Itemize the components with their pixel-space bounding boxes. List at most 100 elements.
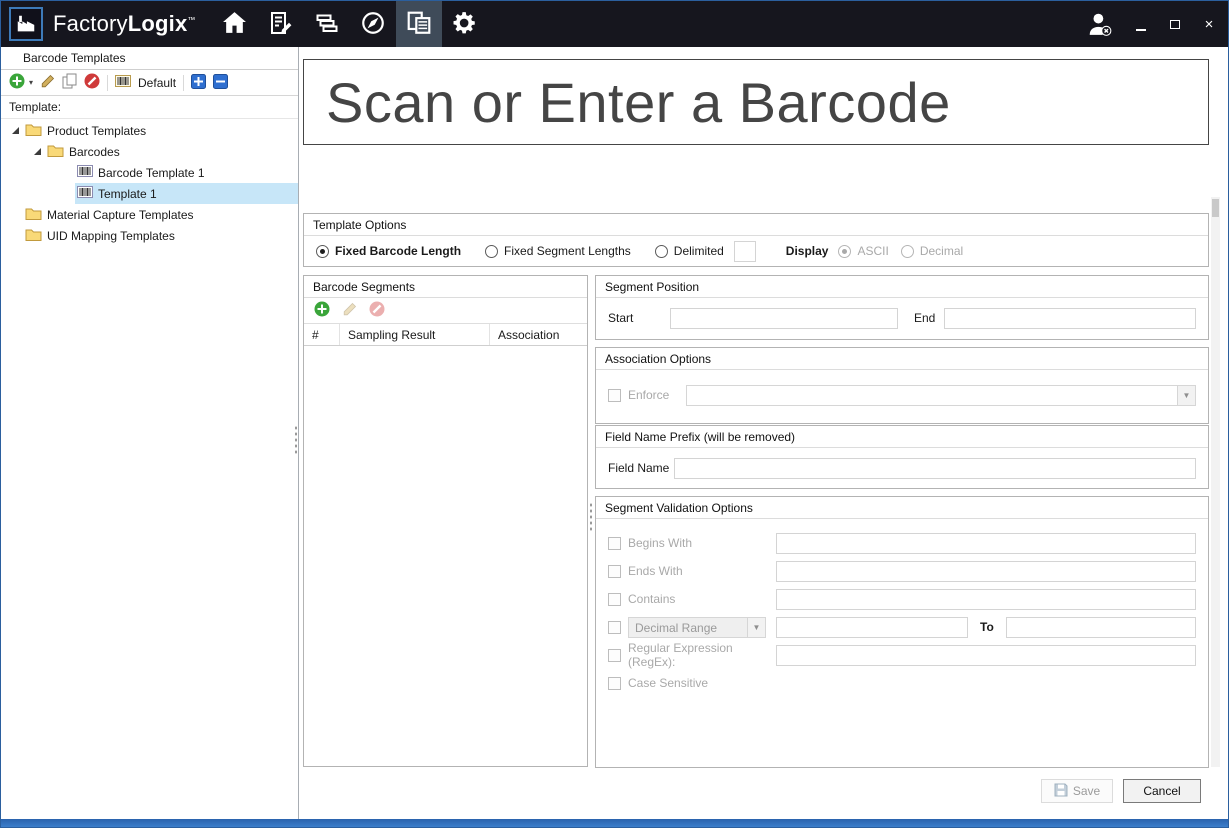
- field-name-input[interactable]: [674, 458, 1196, 479]
- nav-materials[interactable]: [304, 1, 350, 47]
- expander-icon[interactable]: [9, 124, 23, 138]
- chevron-down-icon[interactable]: ▼: [747, 618, 765, 637]
- column-num[interactable]: #: [304, 324, 340, 345]
- enforce-checkbox[interactable]: [608, 389, 621, 402]
- radio-delimited[interactable]: Delimited: [655, 244, 724, 258]
- default-barcode-icon[interactable]: [115, 75, 131, 90]
- maximize-button[interactable]: [1168, 17, 1182, 31]
- begins-with-checkbox[interactable]: [608, 537, 621, 550]
- group-title: Barcode Segments: [304, 276, 587, 298]
- nav-home[interactable]: [212, 1, 258, 47]
- delimiter-input[interactable]: [734, 241, 756, 262]
- vertical-scrollbar[interactable]: [1211, 197, 1220, 767]
- user-logout-icon[interactable]: [1086, 12, 1114, 36]
- stack-icon: [315, 11, 339, 38]
- expander-icon[interactable]: [31, 145, 45, 159]
- contains-checkbox[interactable]: [608, 593, 621, 606]
- ends-with-input[interactable]: [776, 561, 1196, 582]
- regex-checkbox[interactable]: [608, 649, 621, 662]
- templates-icon: [406, 10, 432, 39]
- add-segment-button[interactable]: [314, 301, 330, 320]
- tree-item-uid-mapping-templates[interactable]: UID Mapping Templates: [1, 225, 298, 246]
- case-sensitive-checkbox[interactable]: [608, 677, 621, 690]
- radio-label: Delimited: [674, 244, 724, 258]
- scrollbar-thumb[interactable]: [1212, 199, 1219, 217]
- edit-segment-button[interactable]: [342, 302, 357, 320]
- tree-item-barcodes[interactable]: Barcodes: [1, 141, 298, 162]
- nav-templates[interactable]: [396, 1, 442, 47]
- regex-input[interactable]: [776, 645, 1196, 666]
- contains-input[interactable]: [776, 589, 1196, 610]
- clipboard-pencil-icon: [269, 11, 293, 38]
- begins-with-row: Begins With: [596, 529, 1208, 557]
- column-association[interactable]: Association: [490, 324, 587, 345]
- chevron-down-icon[interactable]: ▼: [1177, 386, 1195, 405]
- toolbar-separator: [107, 75, 108, 91]
- nav-settings[interactable]: [442, 1, 488, 47]
- radio-label: ASCII: [857, 244, 888, 258]
- range-to-input[interactable]: [1006, 617, 1196, 638]
- column-sampling-result[interactable]: Sampling Result: [340, 324, 490, 345]
- tree-item-barcode-template-1[interactable]: Barcode Template 1: [1, 162, 298, 183]
- collapse-all-button[interactable]: [213, 74, 228, 92]
- end-input[interactable]: [944, 308, 1196, 329]
- tree-item-material-capture-templates[interactable]: Material Capture Templates: [1, 204, 298, 225]
- segments-table-header: # Sampling Result Association: [304, 324, 587, 346]
- end-label: End: [914, 311, 938, 325]
- cancel-button[interactable]: Cancel: [1123, 779, 1201, 803]
- ends-with-checkbox[interactable]: [608, 565, 621, 578]
- case-sensitive-label: Case Sensitive: [628, 676, 708, 690]
- start-input[interactable]: [670, 308, 898, 329]
- barcode-scan-input[interactable]: Scan or Enter a Barcode: [303, 59, 1209, 145]
- tree-item-template-1[interactable]: Template 1: [1, 183, 298, 204]
- validation-rows: Begins With Ends With: [596, 519, 1208, 697]
- regex-row: Regular Expression (RegEx):: [596, 641, 1208, 669]
- radio-fixed-segment-lengths[interactable]: Fixed Segment Lengths: [485, 244, 631, 258]
- nav-quality[interactable]: [350, 1, 396, 47]
- remove-segment-button[interactable]: [369, 301, 385, 320]
- sidebar-splitter-handle[interactable]: [294, 425, 298, 455]
- radio-ascii[interactable]: ASCII: [838, 244, 888, 258]
- expander-icon: [9, 229, 23, 243]
- add-dropdown-icon[interactable]: ▾: [29, 78, 33, 87]
- minimize-button[interactable]: [1134, 17, 1148, 31]
- expand-all-button[interactable]: [191, 74, 206, 92]
- folder-icon: [25, 207, 42, 223]
- association-row: Enforce ▼: [596, 370, 1208, 420]
- add-template-button[interactable]: [9, 73, 25, 92]
- selected-tree-item[interactable]: Template 1: [75, 183, 298, 204]
- range-from-input[interactable]: [776, 617, 968, 638]
- radio-label: Fixed Barcode Length: [335, 244, 461, 258]
- radio-dot: [316, 245, 329, 258]
- radio-fixed-barcode-length[interactable]: Fixed Barcode Length: [316, 244, 461, 258]
- radio-label: Decimal: [920, 244, 963, 258]
- association-combobox[interactable]: ▼: [686, 385, 1196, 406]
- tree-item-label: Template 1: [98, 187, 157, 201]
- range-checkbox[interactable]: [608, 621, 621, 634]
- close-button[interactable]: ×: [1202, 17, 1216, 31]
- segment-validation-group: Segment Validation Options Begins With E…: [595, 496, 1209, 768]
- copy-template-button[interactable]: [62, 73, 77, 92]
- contains-label: Contains: [628, 592, 675, 606]
- tree-item-label: Barcode Template 1: [98, 166, 205, 180]
- save-button[interactable]: Save: [1041, 779, 1113, 803]
- nav-production[interactable]: [258, 1, 304, 47]
- edit-template-button[interactable]: [40, 74, 55, 92]
- group-title: Association Options: [596, 348, 1208, 370]
- folder-icon: [25, 123, 42, 139]
- tree-item-label: Product Templates: [47, 124, 146, 138]
- range-type-combobox[interactable]: Decimal Range ▼: [628, 617, 766, 638]
- tree-item-label: Material Capture Templates: [47, 208, 194, 222]
- panel-splitter-handle[interactable]: [589, 502, 593, 532]
- brand-tm: ™: [187, 16, 195, 25]
- remove-template-button[interactable]: [84, 73, 100, 92]
- template-options-row: Fixed Barcode Length Fixed Segment Lengt…: [304, 236, 1208, 266]
- radio-dot: [901, 245, 914, 258]
- tree-item-product-templates[interactable]: Product Templates: [1, 120, 298, 141]
- radio-decimal[interactable]: Decimal: [901, 244, 963, 258]
- case-sensitive-row: Case Sensitive: [596, 669, 1208, 697]
- folder-icon: [47, 144, 64, 160]
- begins-with-input[interactable]: [776, 533, 1196, 554]
- radio-label: Fixed Segment Lengths: [504, 244, 631, 258]
- toolbar-separator: [183, 75, 184, 91]
